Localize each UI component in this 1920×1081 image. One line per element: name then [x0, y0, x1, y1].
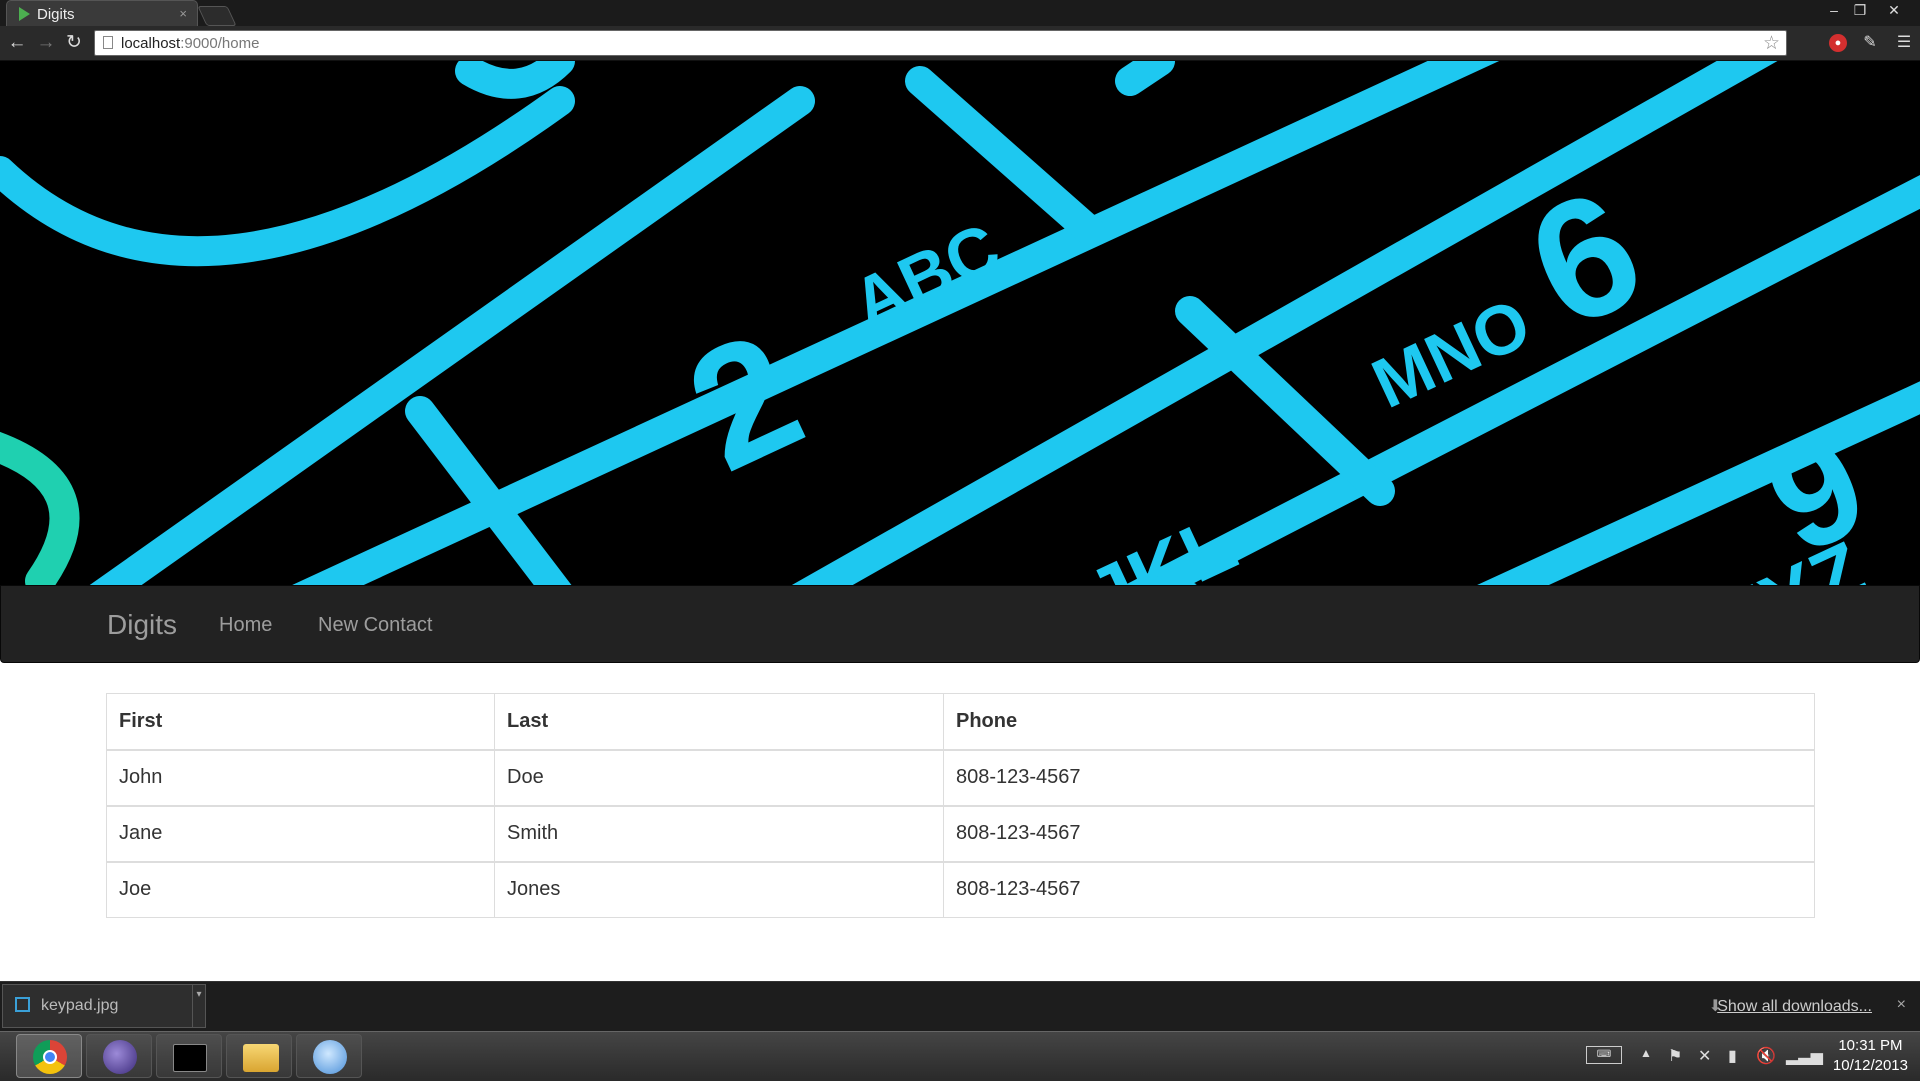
address-bar[interactable]: localhost:9000/home ☆ — [94, 30, 1787, 56]
downloads-bar: keypad.jpg ▾ ⬇ Show all downloads... × — [0, 981, 1920, 1032]
column-header-first: First — [106, 693, 495, 751]
clock-time: 10:31 PM — [1838, 1037, 1903, 1054]
keypad-hero-image: 2 ABC MNO 6 JKL WXYZ 9 — [0, 61, 1920, 585]
cell-last: Doe — [494, 748, 944, 806]
cell-last: Smith — [494, 804, 944, 862]
folder-icon — [243, 1044, 279, 1072]
table-header-row: First Last Phone — [106, 693, 1815, 751]
close-window-button[interactable]: ✕ — [1882, 2, 1906, 19]
page-icon — [103, 36, 113, 49]
key-2-digit: 2 — [661, 295, 827, 507]
bookmark-star-icon[interactable]: ☆ — [1763, 32, 1780, 55]
terminal-icon — [173, 1044, 207, 1072]
taskbar-explorer-button[interactable] — [226, 1034, 292, 1078]
action-center-flag-icon[interactable]: ⚑ — [1668, 1046, 1682, 1066]
eclipse-icon — [103, 1040, 137, 1074]
reload-icon[interactable]: ↻ — [62, 31, 86, 55]
minimize-button[interactable]: – — [1822, 2, 1846, 18]
signal-strength-icon[interactable]: ▂▃▅ — [1786, 1046, 1823, 1066]
network-tool-icon[interactable]: ✕ — [1698, 1046, 1711, 1066]
taskbar-eclipse-button[interactable] — [86, 1034, 152, 1078]
table-row: Jane Smith 808-123-4567 — [106, 804, 1815, 862]
key-jkl-label: JKL — [1074, 498, 1249, 585]
column-header-phone: Phone — [943, 693, 1815, 751]
download-item[interactable]: keypad.jpg ▾ — [2, 984, 206, 1028]
windows-taskbar: ⌨ ▲ ⚑ ✕ ▮ 🔇 ▂▃▅ 10:31 PM 10/12/2013 — [0, 1031, 1920, 1081]
tab-title: Digits — [37, 6, 75, 23]
restore-button[interactable]: ❐ — [1848, 2, 1872, 19]
adblock-extension-icon[interactable]: ● — [1829, 34, 1847, 52]
show-hidden-icons-icon[interactable]: ▲ — [1640, 1046, 1652, 1060]
brand-link[interactable]: Digits — [107, 609, 177, 641]
app-navbar: Digits Home New Contact — [0, 585, 1920, 663]
play-favicon-icon — [19, 7, 30, 21]
taskbar-terminal-button[interactable] — [156, 1034, 222, 1078]
taskbar-chrome-button[interactable] — [16, 1034, 82, 1078]
nav-link-home[interactable]: Home — [219, 614, 272, 637]
contacts-table: First Last Phone John Doe 808-123-4567 J… — [106, 693, 1815, 918]
battery-icon[interactable]: ▮ — [1728, 1046, 1737, 1066]
column-header-last: Last — [494, 693, 944, 751]
download-file-name[interactable]: keypad.jpg — [41, 997, 118, 1015]
cell-first: Joe — [106, 860, 495, 918]
browser-titlebar: Digits × – ❐ ✕ — [0, 0, 1920, 26]
clock-date: 10/12/2013 — [1832, 1057, 1908, 1074]
download-menu-caret-icon[interactable]: ▾ — [192, 985, 205, 1027]
cell-phone: 808-123-4567 — [943, 804, 1815, 862]
cell-first: John — [106, 748, 495, 806]
menu-icon[interactable]: ☰ — [1894, 33, 1914, 53]
browser-toolbar: ← → ↻ localhost:9000/home ☆ ● ✎ ☰ — [0, 26, 1920, 61]
taskbar-app-button[interactable] — [296, 1034, 362, 1078]
cell-last: Jones — [494, 860, 944, 918]
pen-extension-icon[interactable]: ✎ — [1860, 33, 1880, 53]
chrome-icon — [33, 1040, 67, 1074]
browser-tab[interactable]: Digits × — [6, 0, 198, 26]
back-arrow-icon[interactable]: ← — [5, 31, 29, 55]
cell-phone: 808-123-4567 — [943, 748, 1815, 806]
system-clock[interactable]: 10:31 PM 10/12/2013 — [1833, 1036, 1908, 1076]
url-text[interactable]: localhost:9000/home — [121, 35, 259, 52]
table-row: Joe Jones 808-123-4567 — [106, 860, 1815, 918]
show-all-downloads-link[interactable]: Show all downloads... — [1717, 998, 1872, 1016]
image-file-icon — [15, 997, 30, 1012]
nav-link-new-contact[interactable]: New Contact — [318, 614, 433, 637]
new-tab-button[interactable] — [197, 6, 237, 26]
forward-arrow-icon[interactable]: → — [34, 31, 58, 55]
table-row: John Doe 808-123-4567 — [106, 748, 1815, 806]
tab-close-icon[interactable]: × — [179, 6, 187, 21]
cell-first: Jane — [106, 804, 495, 862]
play-icon — [313, 1040, 347, 1074]
keypad-illustration: 2 ABC MNO 6 JKL WXYZ 9 — [0, 61, 1920, 585]
keyboard-icon[interactable]: ⌨ — [1586, 1046, 1622, 1064]
volume-muted-icon[interactable]: 🔇 — [1756, 1046, 1776, 1066]
cell-phone: 808-123-4567 — [943, 860, 1815, 918]
downloads-bar-close-icon[interactable]: × — [1897, 996, 1906, 1014]
